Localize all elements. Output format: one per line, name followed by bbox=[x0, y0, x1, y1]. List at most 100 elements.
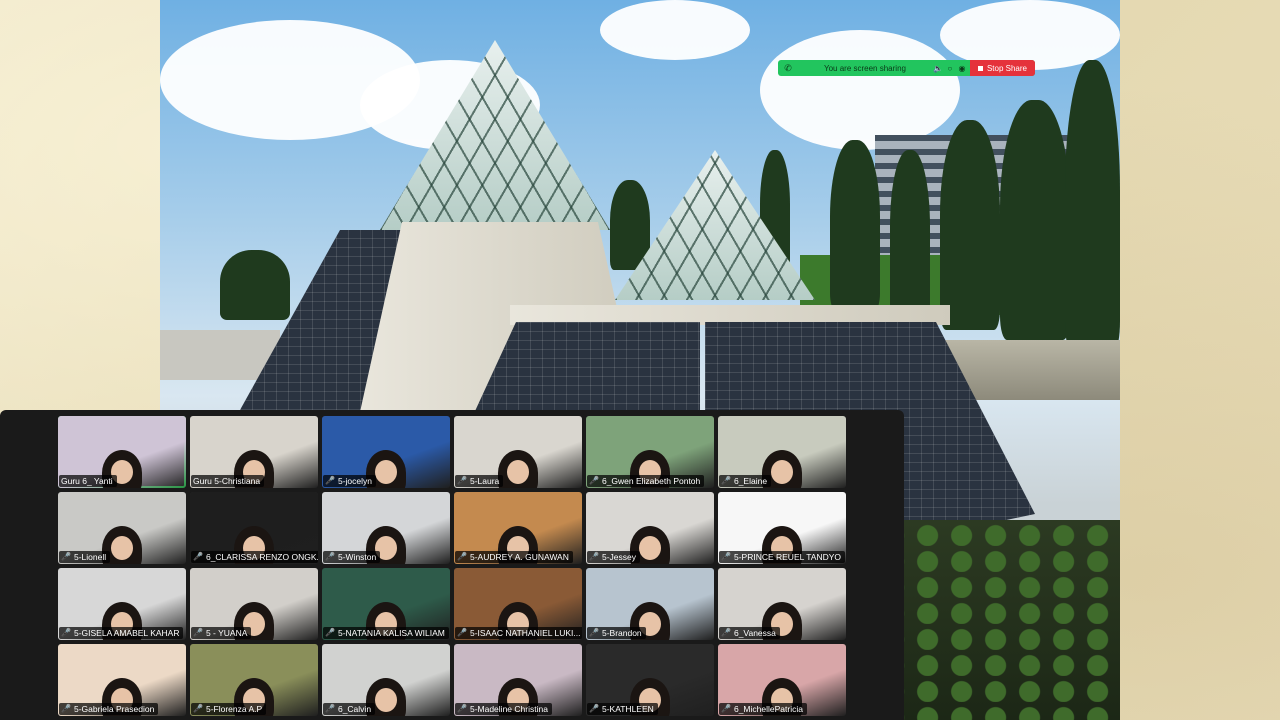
participant-name-label: 🎤 5-KATHLEEN bbox=[587, 703, 658, 715]
participant-tile[interactable]: 🎤 5-Gabriela Prasedion bbox=[58, 644, 186, 716]
participant-name: 5-KATHLEEN bbox=[601, 704, 654, 714]
participant-tile[interactable]: 🎤 6_MichellePatricia bbox=[718, 644, 846, 716]
participant-face bbox=[375, 460, 397, 484]
muted-mic-icon: 🎤 bbox=[325, 552, 335, 561]
participant-name-label: 🎤 5-ISAAC NATHANIEL LUKI... bbox=[455, 627, 582, 639]
participant-tile[interactable]: 🎤 5-ISAAC NATHANIEL LUKI... bbox=[454, 568, 582, 640]
muted-mic-icon: 🎤 bbox=[325, 704, 335, 713]
muted-mic-icon: 🎤 bbox=[721, 628, 731, 637]
muted-mic-icon: 🎤 bbox=[721, 552, 731, 561]
participant-face bbox=[639, 536, 661, 560]
muted-mic-icon: 🎤 bbox=[457, 552, 467, 561]
muted-mic-icon: 🎤 bbox=[589, 628, 599, 637]
tree bbox=[890, 150, 930, 320]
participant-name-label: 🎤 5-Jessey bbox=[587, 551, 640, 563]
lily-pond bbox=[880, 520, 1120, 720]
participant-tile[interactable]: Guru 6_ Yanti bbox=[58, 416, 186, 488]
participant-name-label: 🎤 5-Florenza A.P bbox=[191, 703, 267, 715]
participant-tile[interactable]: 🎤 5-NATANIA KALISA WILIAM bbox=[322, 568, 450, 640]
muted-mic-icon: 🎤 bbox=[61, 628, 71, 637]
participant-tile[interactable]: 🎤 5 - YUANA bbox=[190, 568, 318, 640]
participant-tile[interactable]: 🎤 6_Calvin bbox=[322, 644, 450, 716]
participant-tile[interactable]: 🎤 5-Jessey bbox=[586, 492, 714, 564]
participant-name: 5-Gabriela Prasedion bbox=[73, 704, 155, 714]
muted-mic-icon: 🎤 bbox=[721, 476, 731, 485]
participant-name-label: 🎤 5-Winston bbox=[323, 551, 381, 563]
participant-tile[interactable]: 🎤 5-AUDREY A. GUNAWAN bbox=[454, 492, 582, 564]
tree bbox=[1000, 100, 1070, 340]
muted-mic-icon: 🎤 bbox=[325, 476, 335, 485]
participant-name-label: 🎤 5-GISELA AMABEL KAHAR bbox=[59, 627, 184, 639]
participant-face bbox=[507, 460, 529, 484]
participant-tile[interactable]: 🎤 5-jocelyn bbox=[322, 416, 450, 488]
tree bbox=[940, 120, 1000, 330]
participant-tile[interactable]: 🎤 5-KATHLEEN bbox=[586, 644, 714, 716]
participant-name: 5-AUDREY A. GUNAWAN bbox=[469, 552, 569, 562]
participant-tile[interactable]: 🎤 5-Brandon bbox=[586, 568, 714, 640]
participant-tile[interactable]: 🎤 5-Lionell bbox=[58, 492, 186, 564]
participant-name: 5-Lionell bbox=[73, 552, 107, 562]
participant-name-label: 🎤 6_Gwen Elizabeth Pontoh bbox=[587, 475, 705, 487]
participant-tile[interactable]: 🎤 6_Vanessa bbox=[718, 568, 846, 640]
participant-name-label: 🎤 6_MichellePatricia bbox=[719, 703, 807, 715]
participant-name-label: 🎤 5-Laura bbox=[455, 475, 504, 487]
participant-name: 5-Florenza A.P bbox=[205, 704, 263, 714]
muted-mic-icon: 🎤 bbox=[589, 476, 599, 485]
participant-name: Guru 6_ Yanti bbox=[61, 476, 113, 486]
muted-mic-icon: 🎤 bbox=[193, 552, 203, 561]
participant-tile[interactable]: 🎤 5-Winston bbox=[322, 492, 450, 564]
tree bbox=[830, 140, 880, 310]
screen-share-bar: ✆ You are screen sharing 🔈 ○ ◉ Stop Shar… bbox=[778, 60, 1035, 76]
participant-name: 5-PRINCE REUEL TANDYO bbox=[733, 552, 842, 562]
stop-share-button[interactable]: Stop Share bbox=[969, 60, 1035, 76]
participant-name-label: 🎤 5-jocelyn bbox=[323, 475, 376, 487]
tree bbox=[1065, 60, 1120, 350]
muted-mic-icon: 🎤 bbox=[589, 704, 599, 713]
stop-share-label: Stop Share bbox=[986, 63, 1027, 73]
participant-name-label: 🎤 5-AUDREY A. GUNAWAN bbox=[455, 551, 573, 563]
participant-name-label: 🎤 5-Madeline Christina bbox=[455, 703, 552, 715]
participant-face bbox=[375, 688, 397, 712]
muted-mic-icon: 🎤 bbox=[589, 552, 599, 561]
participant-name: 5 - YUANA bbox=[205, 628, 248, 638]
participant-tile[interactable]: 🎤 5-PRINCE REUEL TANDYO bbox=[718, 492, 846, 564]
participant-tile[interactable]: Guru 5-Christiana bbox=[190, 416, 318, 488]
participant-name: 6_MichellePatricia bbox=[733, 704, 803, 714]
participant-name-label: 🎤 6_Calvin bbox=[323, 703, 376, 715]
participant-tile[interactable]: 🎤 6_CLARISSA RENZO ONGK... bbox=[190, 492, 318, 564]
participant-name: 5-GISELA AMABEL KAHAR bbox=[73, 628, 180, 638]
muted-mic-icon: 🎤 bbox=[721, 704, 731, 713]
participant-name: 6_Calvin bbox=[337, 704, 372, 714]
share-status-text: You are screen sharing bbox=[823, 63, 906, 73]
security-icon[interactable]: ◉ bbox=[956, 64, 968, 73]
participant-grid: Guru 6_ Yanti Guru 5-Christiana 🎤 5-jocelyn… bbox=[58, 416, 846, 716]
participant-tile[interactable]: 🎤 6_Gwen Elizabeth Pontoh bbox=[586, 416, 714, 488]
participant-tile[interactable]: 🎤 5-Madeline Christina bbox=[454, 644, 582, 716]
participant-tile[interactable]: 🎤 6_Elaine bbox=[718, 416, 846, 488]
participant-name-label: 🎤 5 - YUANA bbox=[191, 627, 252, 639]
participant-name: 5-Brandon bbox=[601, 628, 642, 638]
participant-name-label: 🎤 5-Lionell bbox=[59, 551, 111, 563]
participant-face bbox=[771, 460, 793, 484]
participant-tile[interactable]: 🎤 5-Laura bbox=[454, 416, 582, 488]
muted-mic-icon: 🎤 bbox=[325, 628, 335, 637]
cloud bbox=[760, 30, 960, 150]
participant-tile[interactable]: 🎤 5-GISELA AMABEL KAHAR bbox=[58, 568, 186, 640]
audio-icon[interactable]: 🔈 bbox=[932, 64, 944, 73]
participant-tile[interactable]: 🎤 5-Florenza A.P bbox=[190, 644, 318, 716]
tree bbox=[220, 250, 290, 320]
participant-name: Guru 5-Christiana bbox=[193, 476, 261, 486]
participant-name: 5-jocelyn bbox=[337, 476, 372, 486]
participant-name: 5-NATANIA KALISA WILIAM bbox=[337, 628, 445, 638]
phone-icon[interactable]: ✆ bbox=[778, 63, 798, 74]
muted-mic-icon: 🎤 bbox=[61, 704, 71, 713]
participant-name: 6_Elaine bbox=[733, 476, 768, 486]
pause-icon[interactable]: ○ bbox=[944, 64, 956, 73]
cloud bbox=[600, 0, 750, 60]
participant-name-label: 🎤 5-Gabriela Prasedion bbox=[59, 703, 159, 715]
muted-mic-icon: 🎤 bbox=[61, 552, 71, 561]
participant-name-label: Guru 5-Christiana bbox=[191, 475, 265, 487]
participant-name-label: 🎤 5-PRINCE REUEL TANDYO bbox=[719, 551, 846, 563]
participant-name-label: 🎤 6_CLARISSA RENZO ONGK... bbox=[191, 551, 318, 563]
participant-name: 5-Jessey bbox=[601, 552, 636, 562]
